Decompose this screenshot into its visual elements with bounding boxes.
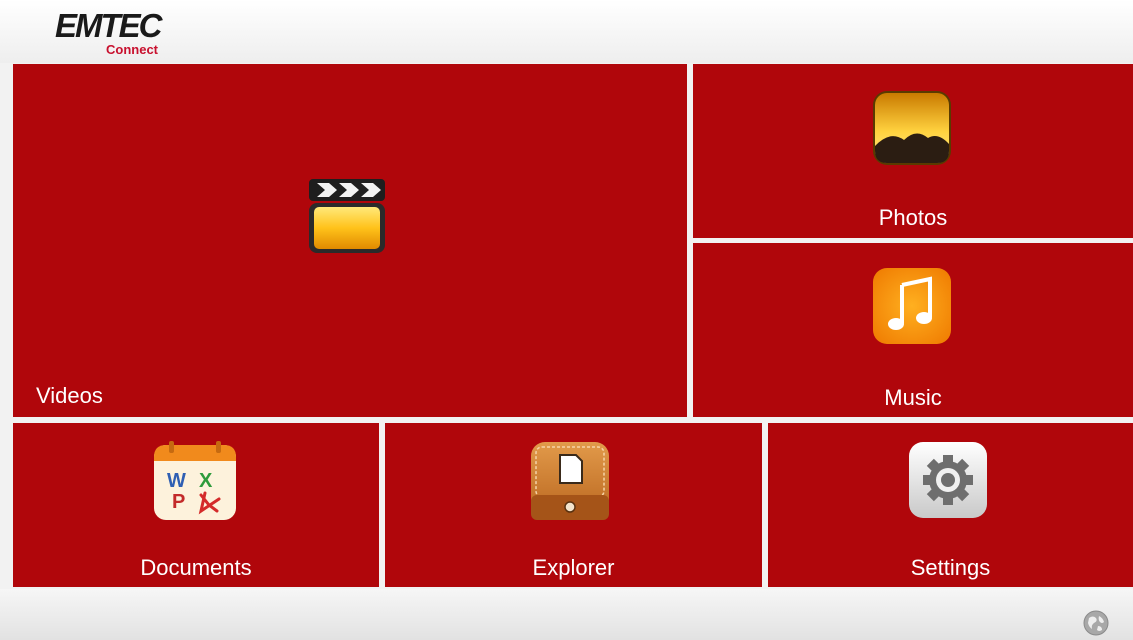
tile-music-label: Music <box>884 385 942 410</box>
tile-documents-label: Documents <box>140 555 252 580</box>
svg-text:X: X <box>199 470 213 492</box>
svg-text:W: W <box>167 470 186 492</box>
music-note-icon <box>873 268 951 344</box>
globe-icon[interactable] <box>1083 610 1109 636</box>
tile-documents[interactable]: W X P Documents <box>13 423 379 587</box>
tile-videos[interactable]: Videos <box>13 64 687 417</box>
office-documents-icon: W X P <box>154 441 236 520</box>
header-bar: EMTEC Connect <box>0 0 1133 63</box>
file-explorer-icon <box>531 442 609 520</box>
landscape-photo-icon <box>873 91 951 165</box>
tile-music[interactable]: Music <box>693 243 1133 417</box>
tile-explorer-label: Explorer <box>532 555 615 580</box>
tile-settings[interactable]: Settings <box>768 423 1133 587</box>
tile-settings-label: Settings <box>910 555 991 580</box>
footer-bar <box>0 589 1133 640</box>
logo-sub-text: Connect <box>106 42 158 57</box>
app-home-screen: EMTEC Connect Videos Photos Music W X P … <box>0 0 1133 640</box>
tile-explorer[interactable]: Explorer <box>385 423 762 587</box>
clapperboard-icon <box>309 179 385 253</box>
svg-text:P: P <box>172 491 185 513</box>
gear-icon <box>909 442 987 518</box>
emtec-connect-logo: EMTEC Connect <box>55 9 185 59</box>
tile-photos-label: Photos <box>878 205 948 230</box>
tile-photos[interactable]: Photos <box>693 64 1133 238</box>
logo-main-text: EMTEC <box>55 7 162 44</box>
tile-videos-label: Videos <box>36 383 103 408</box>
